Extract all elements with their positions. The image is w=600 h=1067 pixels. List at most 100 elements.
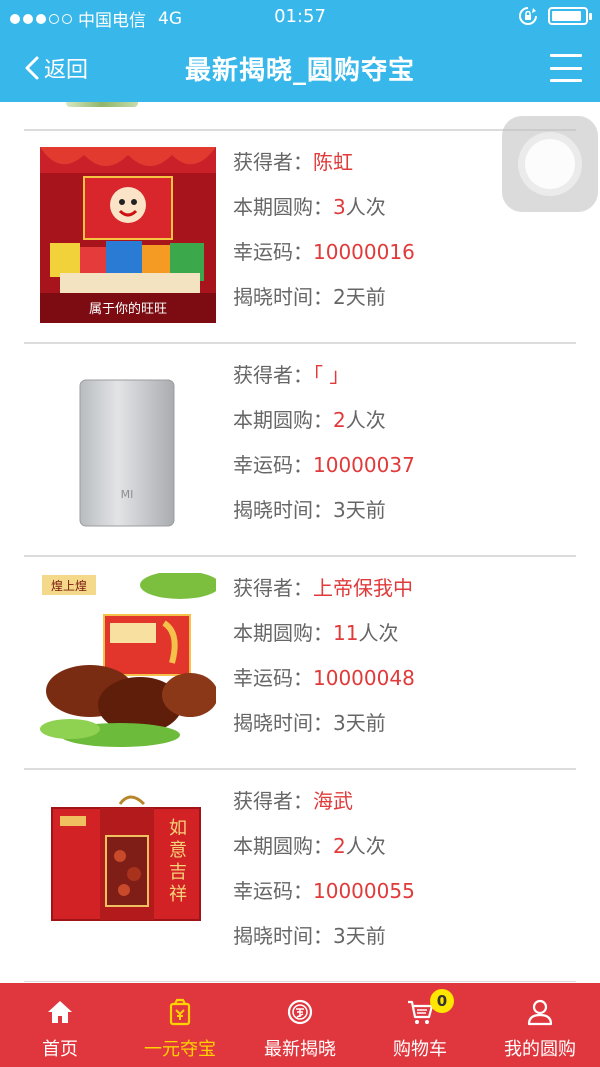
code-row: 幸运码：10000055 (233, 876, 415, 921)
menu-icon-line (550, 54, 582, 57)
svg-text:属于你的旺旺: 属于你的旺旺 (89, 301, 167, 317)
tab-label: 我的圆购 (504, 1039, 576, 1060)
winner-label: 获得者： (233, 150, 313, 174)
nav-bar: 返回 最新揭晓_圆购夺宝 (0, 34, 600, 102)
count-label: 本期圆购： (233, 621, 333, 645)
code-label: 幸运码： (233, 240, 313, 264)
count-label: 本期圆购： (233, 195, 333, 219)
time-row: 揭晓时间：2天前 (233, 282, 415, 327)
purchase-count: 2 (333, 408, 346, 432)
time-row: 揭晓时间：3天前 (233, 495, 415, 540)
clock: 01:57 (274, 6, 326, 27)
list-item[interactable]: 煌上煌 获得者：上帝保我中 本期圆购：11人次 幸运码：10000048 揭晓时… (0, 557, 600, 770)
winner-row: 获得者：「 」 (233, 360, 415, 405)
home-icon (48, 1001, 72, 1023)
purchase-count: 11 (333, 621, 359, 645)
product-image-mi-power-bank: MI (40, 360, 216, 536)
winner-row: 获得者：上帝保我中 (233, 573, 415, 618)
purchase-count: 3 (333, 195, 346, 219)
tab-label: 购物车 (393, 1039, 447, 1060)
time-row: 揭晓时间：3天前 (233, 708, 415, 753)
battery-level (552, 11, 581, 21)
gift-box-slogan: 如 意 吉 祥 (169, 818, 187, 905)
time-label: 揭晓时间： (233, 711, 333, 735)
winner-row: 获得者：陈虹 (233, 147, 415, 192)
item-info: 获得者：陈虹 本期圆购：3人次 幸运码：10000016 揭晓时间：2天前 (233, 147, 415, 327)
code-label: 幸运码： (233, 453, 313, 477)
lucky-code: 10000016 (313, 240, 415, 264)
svg-text:如: 如 (169, 818, 187, 839)
tab-bar: 首页 一元夺宝 最新揭晓 购物车 0 我的圆购 (0, 983, 600, 1067)
reveal-icon (287, 999, 313, 1025)
svg-text:吉: 吉 (169, 862, 187, 883)
menu-icon-line (550, 66, 582, 70)
menu-button[interactable] (550, 54, 582, 82)
tab-home[interactable]: 首页 (0, 983, 120, 1067)
count-label: 本期圆购： (233, 408, 333, 432)
winner-label: 获得者： (233, 363, 313, 387)
time-label: 揭晓时间： (233, 924, 333, 948)
list-item[interactable]: 如 意 吉 祥 获得者：海武 本期圆购：2人次 幸运码：10000055 揭晓时… (0, 770, 600, 982)
time-label: 揭晓时间： (233, 285, 333, 309)
assistive-touch-button[interactable] (502, 116, 598, 212)
tab-label: 一元夺宝 (144, 1039, 216, 1060)
tab-my-account[interactable]: 我的圆购 (480, 983, 600, 1067)
lucky-code: 10000055 (313, 879, 415, 903)
reveal-time: 3天前 (333, 711, 386, 735)
winner-label: 获得者： (233, 789, 313, 813)
tab-label: 首页 (42, 1039, 78, 1060)
count-row: 本期圆购：11人次 (233, 618, 415, 663)
count-row: 本期圆购：2人次 (233, 405, 415, 450)
lucky-code: 10000037 (313, 453, 415, 477)
menu-icon-line (550, 79, 582, 82)
list-item[interactable]: MI 获得者：「 」 本期圆购：2人次 幸运码：10000037 揭晓时间：3天… (0, 344, 600, 557)
winner-name: 海武 (313, 789, 353, 813)
status-right (518, 6, 592, 26)
reveal-list[interactable]: 属于你的旺旺 获得者：陈虹 本期圆购：3人次 幸运码：10000016 揭晓时间… (0, 102, 600, 982)
code-row: 幸运码：10000037 (233, 450, 415, 495)
divider (24, 981, 576, 982)
svg-text:MI: MI (121, 488, 134, 501)
rotation-lock-icon (519, 7, 537, 25)
tab-one-yuan-treasure[interactable]: 一元夺宝 (120, 983, 240, 1067)
time-row: 揭晓时间：3天前 (233, 921, 415, 966)
count-unit: 人次 (358, 621, 399, 645)
count-row: 本期圆购：3人次 (233, 192, 415, 237)
count-unit: 人次 (345, 834, 386, 858)
item-info: 获得者：「 」 本期圆购：2人次 幸运码：10000037 揭晓时间：3天前 (233, 360, 415, 540)
winner-name: 陈虹 (313, 150, 353, 174)
product-image-red-gift-box: 如 意 吉 祥 (40, 786, 216, 962)
winner-name: 上帝保我中 (313, 576, 413, 600)
item-info: 获得者：海武 本期圆购：2人次 幸运码：10000055 揭晓时间：3天前 (233, 786, 415, 966)
count-unit: 人次 (345, 408, 386, 432)
tab-label: 最新揭晓 (264, 1039, 336, 1060)
time-label: 揭晓时间： (233, 498, 333, 522)
purchase-count: 2 (333, 834, 346, 858)
svg-text:煌上煌: 煌上煌 (51, 579, 87, 593)
winner-label: 获得者： (233, 576, 313, 600)
winner-name: 「 」 (313, 363, 350, 387)
count-unit: 人次 (345, 195, 386, 219)
previous-item-image-peek (66, 102, 138, 107)
lucky-code: 10000048 (313, 666, 415, 690)
tab-cart[interactable]: 购物车 0 (360, 983, 480, 1067)
winner-row: 获得者：海武 (233, 786, 415, 831)
user-icon (527, 999, 553, 1026)
svg-text:祥: 祥 (169, 884, 187, 905)
product-image-braised-duck-gift-box: 煌上煌 (40, 573, 216, 749)
count-label: 本期圆购： (233, 834, 333, 858)
svg-text:意: 意 (169, 840, 187, 861)
reveal-time: 3天前 (333, 924, 386, 948)
code-label: 幸运码： (233, 879, 313, 903)
code-row: 幸运码：10000048 (233, 663, 415, 708)
count-row: 本期圆购：2人次 (233, 831, 415, 876)
tab-latest-reveal[interactable]: 最新揭晓 (240, 983, 360, 1067)
item-info: 获得者：上帝保我中 本期圆购：11人次 幸运码：10000048 揭晓时间：3天… (233, 573, 415, 753)
battery-icon (548, 7, 592, 25)
code-row: 幸运码：10000016 (233, 237, 415, 282)
cart-count-badge: 0 (430, 989, 454, 1013)
status-bar: 中国电信 4G 01:57 (0, 0, 600, 34)
reveal-time: 2天前 (333, 285, 386, 309)
code-label: 幸运码： (233, 666, 313, 690)
product-image-wangwang-gift-box: 属于你的旺旺 (40, 147, 216, 323)
